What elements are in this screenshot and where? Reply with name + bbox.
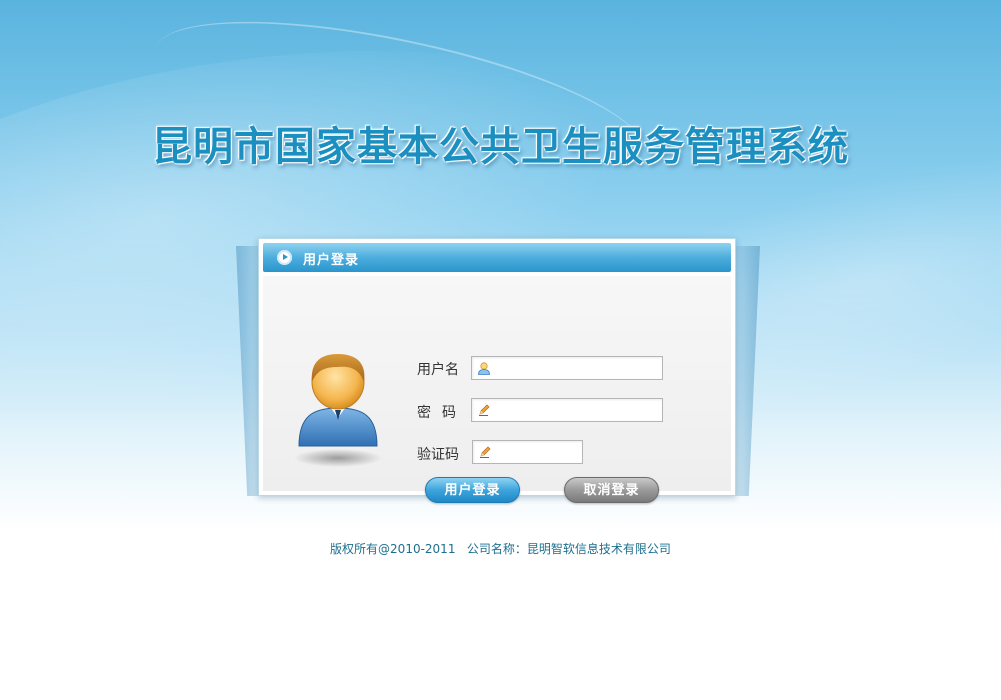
company-text: 公司名称：昆明智软信息技术有限公司	[466, 542, 671, 556]
login-panel-header: 用户登录	[263, 243, 731, 272]
login-button[interactable]: 用户登录	[425, 477, 520, 503]
panel-wing-right	[732, 246, 760, 496]
username-label: 用户名	[417, 362, 459, 378]
login-panel-title: 用户登录	[303, 253, 360, 268]
background-swoosh	[142, 0, 658, 213]
username-input[interactable]	[494, 359, 656, 377]
password-label: 密码	[417, 405, 467, 421]
login-page: 昆明市国家基本公共卫生服务管理系统 用户登录 用户名 密码 验证码 用户登录 取…	[0, 0, 1001, 700]
copyright-text: 版权所有@2010-2011	[330, 542, 456, 556]
footer: 版权所有@2010-2011 公司名称：昆明智软信息技术有限公司	[0, 540, 1001, 557]
play-circle-icon	[277, 250, 292, 265]
captcha-field[interactable]	[472, 440, 583, 464]
pencil-icon	[480, 446, 491, 458]
login-panel-body: 用户名 密码 验证码 用户登录 取消登录	[263, 276, 731, 503]
captcha-label: 验证码	[417, 447, 459, 463]
user-avatar-icon	[294, 354, 382, 467]
captcha-input[interactable]	[495, 443, 576, 461]
login-panel: 用户登录 用户名 密码 验证码 用户登录 取消登录	[258, 238, 736, 503]
user-icon	[478, 362, 490, 375]
pencil-icon	[479, 404, 490, 416]
password-input[interactable]	[494, 401, 656, 419]
app-title: 昆明市国家基本公共卫生服务管理系统	[152, 124, 849, 170]
username-field[interactable]	[471, 356, 663, 380]
cancel-button[interactable]: 取消登录	[564, 477, 659, 503]
password-field[interactable]	[471, 398, 663, 422]
